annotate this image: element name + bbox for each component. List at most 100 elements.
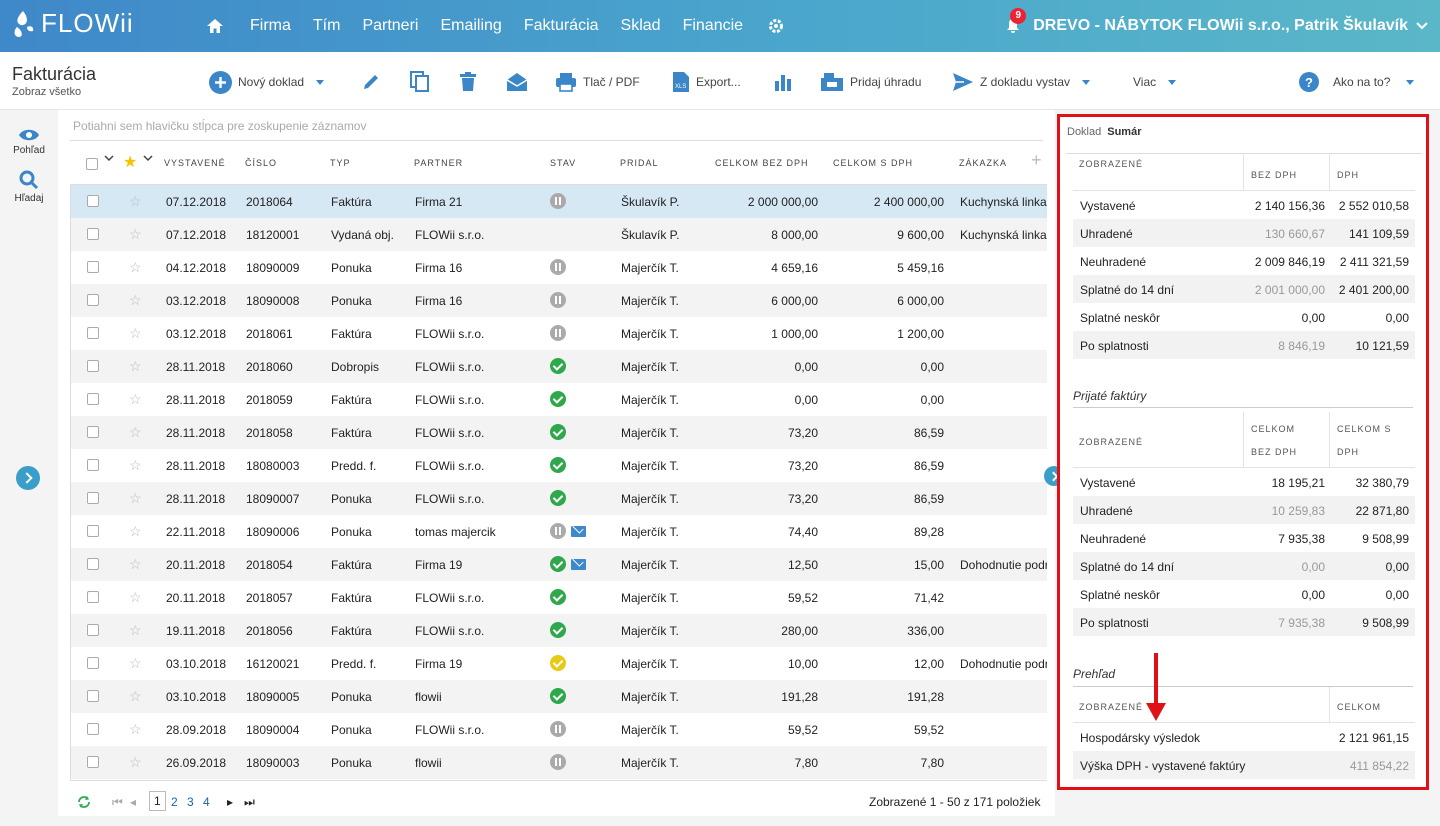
nav-emailing[interactable]: Emailing <box>440 17 501 35</box>
company-selector[interactable]: 9 DREVO - NÁBYTOK FLOWii s.r.o., Patrik … <box>1005 0 1428 52</box>
star-icon[interactable]: ☆ <box>129 721 142 738</box>
from-document-button[interactable]: Z dokladu vystav <box>952 68 1091 96</box>
table-row[interactable]: ☆ 07.12.2018 18120001 Vydaná obj. FLOWii s.r… <box>71 218 1047 251</box>
last-page-icon[interactable]: ⏭ <box>244 795 255 810</box>
col-number[interactable]: ČÍSLO <box>245 158 277 168</box>
table-row[interactable]: ☆ 03.10.2018 16120021 Predd. f. Firma 19 Maje… <box>71 647 1047 680</box>
row-checkbox[interactable] <box>87 657 99 669</box>
row-checkbox[interactable] <box>87 294 99 306</box>
table-row[interactable]: ☆ 03.10.2018 18090005 Ponuka flowii Majerčík … <box>71 680 1047 713</box>
print-pdf-button[interactable]: Tlač / PDF <box>555 68 640 96</box>
star-icon[interactable]: ☆ <box>129 556 142 573</box>
gear-icon[interactable] <box>767 17 785 35</box>
refresh-icon[interactable] <box>76 795 92 812</box>
table-row[interactable]: ☆ 19.11.2018 2018056 Faktúra FLOWii s.r.o. Ma… <box>71 614 1047 647</box>
col-status[interactable]: STAV <box>550 158 576 168</box>
nav-firma[interactable]: Firma <box>250 17 291 35</box>
row-checkbox[interactable] <box>87 459 99 471</box>
table-row[interactable]: ☆ 20.11.2018 2018054 Faktúra Firma 19 Majerčí… <box>71 548 1047 581</box>
row-checkbox[interactable] <box>87 690 99 702</box>
star-icon[interactable]: ☆ <box>129 622 142 639</box>
delete-button[interactable] <box>459 68 477 96</box>
col-order[interactable]: ZÁKAZKA <box>959 158 1007 168</box>
table-row[interactable]: ☆ 28.09.2018 18090004 Ponuka FLOWii s.r.o. Ma… <box>71 713 1047 746</box>
star-icon[interactable]: ☆ <box>129 259 142 276</box>
star-icon[interactable]: ☆ <box>129 655 142 672</box>
star-icon[interactable]: ☆ <box>129 688 142 705</box>
bell-icon[interactable]: 9 <box>1005 8 1027 34</box>
table-row[interactable]: ☆ 28.11.2018 2018058 Faktúra FLOWii s.r.o. Ma… <box>71 416 1047 449</box>
prev-page-icon[interactable]: ◂ <box>130 795 136 809</box>
next-page-icon[interactable]: ▸ <box>227 795 233 809</box>
expand-panel-button[interactable] <box>16 466 40 490</box>
view-button[interactable]: Pohľad <box>0 128 58 156</box>
col-added-by[interactable]: PRIDAL <box>620 158 659 168</box>
col-partner[interactable]: PARTNER <box>414 158 463 168</box>
export-button[interactable]: XLS Export... <box>672 68 741 96</box>
row-checkbox[interactable] <box>87 327 99 339</box>
row-checkbox[interactable] <box>87 525 99 537</box>
row-checkbox[interactable] <box>87 261 99 273</box>
star-icon[interactable]: ☆ <box>129 226 142 243</box>
table-row[interactable]: ☆ 03.12.2018 18090008 Ponuka Firma 16 Majerčí… <box>71 284 1047 317</box>
row-checkbox[interactable] <box>87 624 99 636</box>
star-filter-icon[interactable]: ★ <box>123 152 138 172</box>
help-button[interactable]: ? Ako na to? <box>1299 68 1415 96</box>
star-icon[interactable]: ☆ <box>129 457 142 474</box>
col-gross[interactable]: CELKOM S DPH <box>833 158 913 168</box>
more-button[interactable]: Viac <box>1127 68 1177 96</box>
nav-sklad[interactable]: Sklad <box>621 17 661 35</box>
page-1[interactable]: 1 <box>149 791 166 811</box>
search-button[interactable]: Hľadaj <box>0 170 58 204</box>
table-row[interactable]: ☆ 04.12.2018 18090009 Ponuka Firma 16 Majerčí… <box>71 251 1047 284</box>
group-drop-zone[interactable]: Potiahni sem hlavičku stĺpca pre zoskupe… <box>73 119 366 133</box>
table-row[interactable]: ☆ 22.11.2018 18090006 Ponuka tomas majercik M… <box>71 515 1047 548</box>
add-payment-button[interactable]: Pridaj úhradu <box>820 68 921 96</box>
star-icon[interactable]: ☆ <box>129 523 142 540</box>
col-issued[interactable]: VYSTAVENÉ <box>164 158 226 168</box>
select-all-checkbox[interactable] <box>86 158 98 170</box>
col-type[interactable]: TYP <box>330 158 351 168</box>
star-icon[interactable]: ☆ <box>129 490 142 507</box>
star-icon[interactable]: ☆ <box>129 391 142 408</box>
row-checkbox[interactable] <box>87 723 99 735</box>
table-row[interactable]: ☆ 20.11.2018 2018057 Faktúra FLOWii s.r.o. Ma… <box>71 581 1047 614</box>
star-icon[interactable]: ☆ <box>129 424 142 441</box>
nav-fakturacia[interactable]: Fakturácia <box>524 17 599 35</box>
table-row[interactable]: ☆ 28.11.2018 2018060 Dobropis FLOWii s.r.o. M… <box>71 350 1047 383</box>
table-row[interactable]: ☆ 26.09.2018 18090003 Ponuka flowii Majerčík … <box>71 746 1047 779</box>
table-row[interactable]: ☆ 03.12.2018 2018061 Faktúra FLOWii s.r.o. Ma… <box>71 317 1047 350</box>
new-document-button[interactable]: Nový doklad <box>209 68 325 96</box>
home-icon[interactable] <box>206 18 224 34</box>
star-icon[interactable]: ☆ <box>129 193 142 210</box>
star-icon[interactable]: ☆ <box>129 754 142 771</box>
row-checkbox[interactable] <box>87 228 99 240</box>
table-row[interactable]: ☆ 07.12.2018 2018064 Faktúra Firma 21 Škulaví… <box>71 185 1047 218</box>
row-checkbox[interactable] <box>87 558 99 570</box>
star-icon[interactable]: ☆ <box>129 325 142 342</box>
page-3[interactable]: 3 <box>187 795 194 809</box>
copy-button[interactable] <box>410 68 430 96</box>
table-row[interactable]: ☆ 28.11.2018 18080003 Predd. f. FLOWii s.r.o… <box>71 449 1047 482</box>
edit-button[interactable] <box>361 68 381 96</box>
table-row[interactable]: ☆ 28.11.2018 18090007 Ponuka FLOWii s.r.o. Ma… <box>71 482 1047 515</box>
flowii-logo[interactable]: FLOWii <box>11 8 134 39</box>
row-checkbox[interactable] <box>87 393 99 405</box>
col-net[interactable]: CELKOM BEZ DPH <box>715 158 809 168</box>
chevron-down-icon[interactable] <box>104 154 114 164</box>
email-button[interactable] <box>506 68 528 96</box>
nav-partneri[interactable]: Partneri <box>362 17 418 35</box>
star-icon[interactable]: ☆ <box>129 589 142 606</box>
page-2[interactable]: 2 <box>171 795 178 809</box>
star-icon[interactable]: ☆ <box>129 292 142 309</box>
page-4[interactable]: 4 <box>203 795 210 809</box>
row-checkbox[interactable] <box>87 360 99 372</box>
star-icon[interactable]: ☆ <box>129 358 142 375</box>
first-page-icon[interactable]: ⏮ <box>112 795 123 810</box>
add-column-icon[interactable]: + <box>1031 150 1043 171</box>
row-checkbox[interactable] <box>87 426 99 438</box>
nav-financie[interactable]: Financie <box>683 17 743 35</box>
row-checkbox[interactable] <box>87 591 99 603</box>
nav-tim[interactable]: Tím <box>313 17 341 35</box>
row-checkbox[interactable] <box>87 195 99 207</box>
